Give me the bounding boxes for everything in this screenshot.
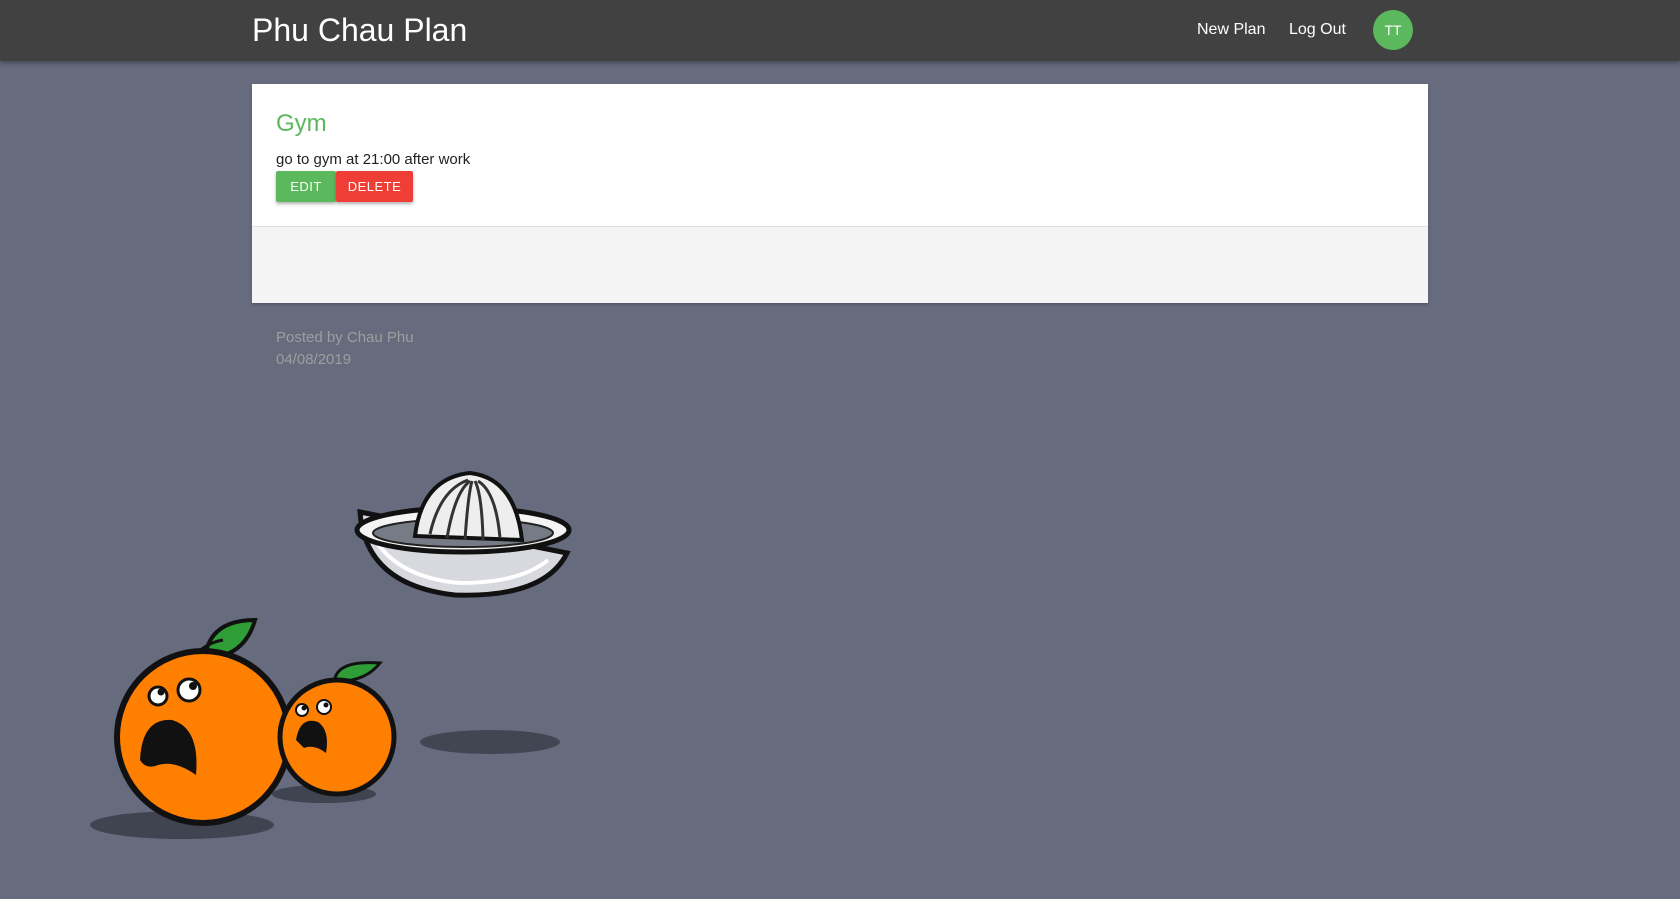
scared-orange-small-icon — [272, 661, 397, 803]
background-illustration — [90, 470, 572, 839]
scared-orange-large-icon — [90, 617, 292, 839]
